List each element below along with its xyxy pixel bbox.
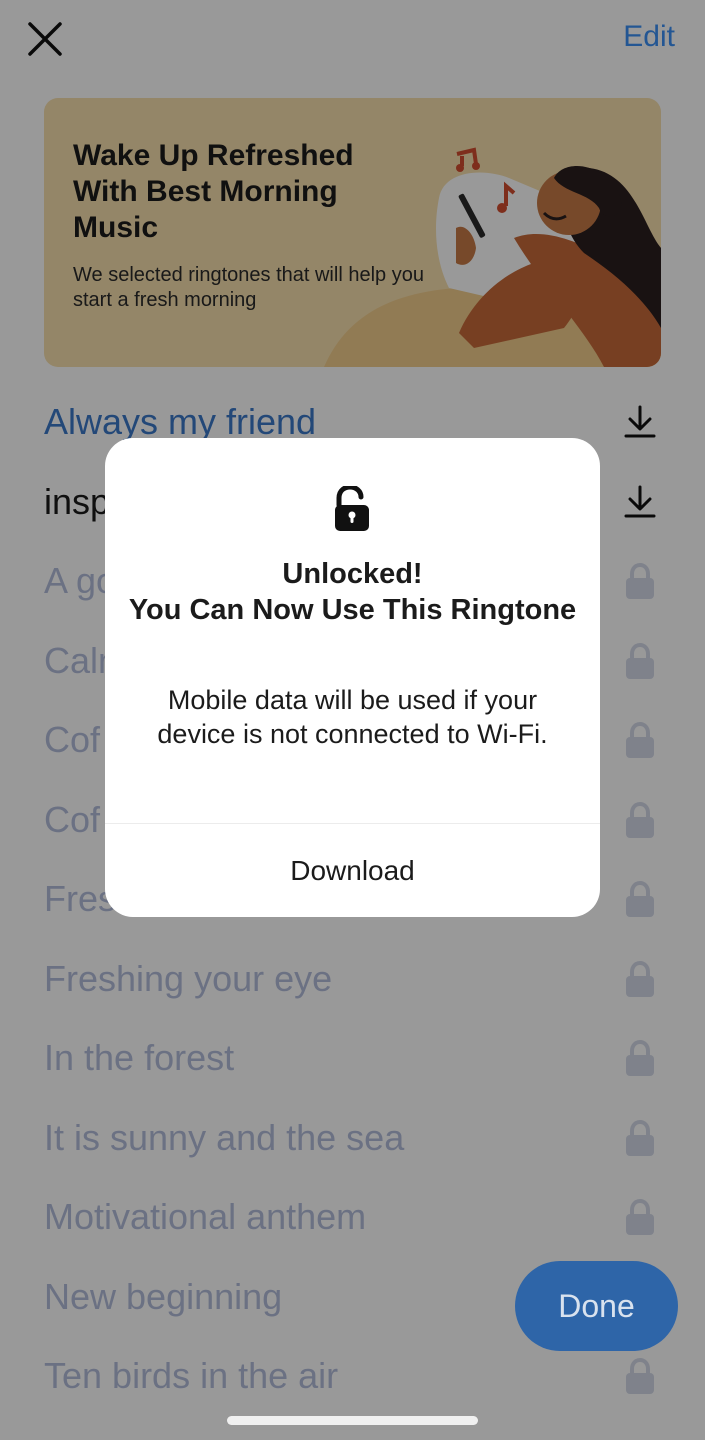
home-indicator — [227, 1416, 478, 1425]
dialog-message: Mobile data will be used if your device … — [157, 685, 548, 749]
unlocked-padlock-icon — [332, 486, 372, 532]
unlock-dialog: Unlocked! You Can Now Use This Ringtone … — [105, 438, 600, 917]
done-button[interactable]: Done — [515, 1261, 678, 1351]
dialog-title-text: Unlocked! You Can Now Use This Ringtone — [128, 558, 577, 626]
ringtone-screen: Edit Wake Up Refreshed With Best Morning… — [0, 0, 705, 1440]
download-button[interactable]: Download — [105, 824, 600, 917]
dialog-title: Unlocked! You Can Now Use This Ringtone — [125, 556, 580, 628]
